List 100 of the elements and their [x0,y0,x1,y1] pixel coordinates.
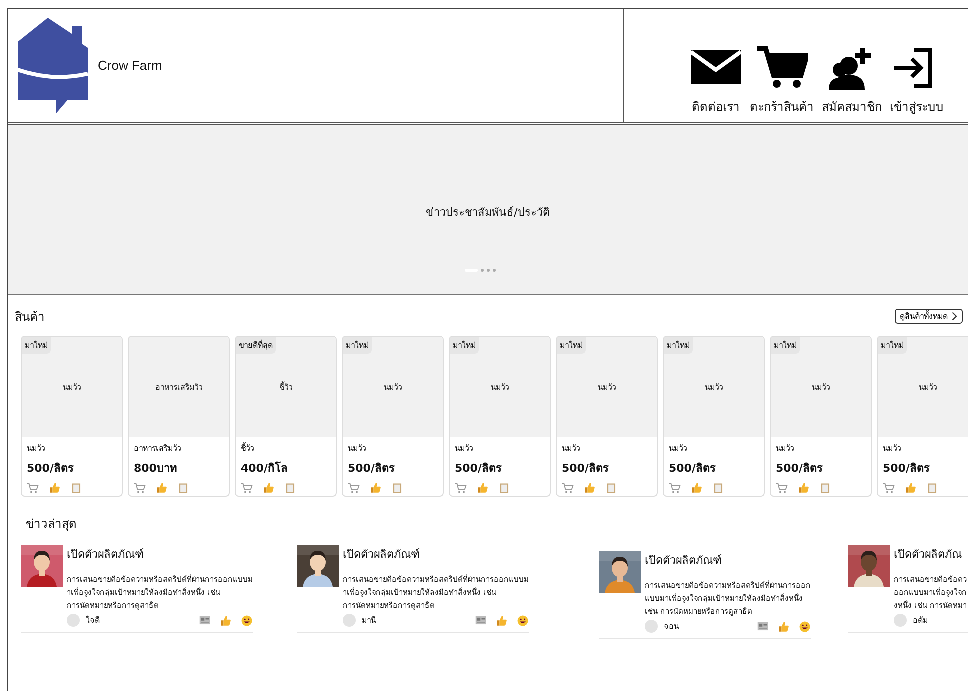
thumbs-up-icon[interactable] [496,614,508,626]
notepad-icon[interactable] [285,482,296,494]
author-name: จอน [664,621,680,633]
slide-indicator[interactable] [481,269,484,272]
product-card[interactable]: มาใหม่ นมวัว นมวัว 500/ลิตร [556,336,658,497]
product-name: นมวัว [883,443,902,455]
author-name: อดัม [913,615,929,627]
thumbs-up-icon[interactable] [156,482,168,494]
product-card[interactable]: ขายดีที่สุด ชี้วัว ชี้วัว 400/กิโล [235,336,337,497]
house-logo-icon [18,18,88,114]
notepad-icon[interactable] [713,482,724,494]
section-title: สินค้า [15,309,45,326]
image-label: นมวัว [63,382,81,394]
product-price: 800บาท [134,461,178,477]
product-name: ชี้วัว [241,442,255,455]
image-label: นมวัว [384,382,402,394]
newspaper-icon[interactable] [757,621,769,632]
notepad-icon[interactable] [499,482,510,494]
thumbs-up-icon[interactable] [370,482,382,494]
product-tag: ขายดีที่สุด [236,337,276,354]
brand-name: Crow Farm [98,58,162,73]
product-tag: มาใหม่ [22,337,51,354]
section-title: ข่าวล่าสุด [26,516,78,533]
author-name: ใจดี [86,614,101,627]
product-card[interactable]: มาใหม่ นมวัว นมวัว 500/ลิตร [770,336,872,497]
nav-link[interactable]: เข้าสู่ระบบ [890,46,944,116]
thumbs-up-icon[interactable] [49,482,61,494]
thumbs-up-icon[interactable] [263,482,275,494]
image-label: อาหารเสริมวัว [156,382,202,394]
product-name: นมวัว [27,443,46,455]
smiley-icon[interactable] [241,614,253,626]
product-tag: มาใหม่ [557,337,586,354]
view-all-button[interactable]: ดูสินค้าทั้งหมด [895,309,963,324]
news-title[interactable]: เปิดตัวผลิตภัณฑ์ [645,551,811,569]
thumbs-up-icon[interactable] [220,614,232,626]
product-price: 500/ลิตร [27,461,75,477]
image-label: ชี้วัว [280,380,292,394]
product-tag: มาใหม่ [878,337,907,354]
image-label: นมวัว [598,382,616,394]
cart-icon[interactable] [883,482,895,494]
product-price: 500/ลิตร [669,461,717,477]
avatar [343,614,356,627]
product-card[interactable]: มาใหม่ นมวัว นมวัว 500/ลิตร [342,336,444,497]
nav-link[interactable]: ตะกร้าสินค้า [750,46,814,116]
slide-indicator[interactable] [493,269,496,272]
cart-icon[interactable] [776,482,788,494]
product-price: 500/ลิตร [883,461,931,477]
thumbs-up-icon[interactable] [584,482,596,494]
news-title[interactable]: เปิดตัวผลิตภัณฑ์ [343,545,529,563]
cart-icon[interactable] [27,482,39,494]
news-title[interactable]: เปิดตัวผลิตภัณฑ์ [67,545,253,563]
product-name: นมวัว [348,443,367,455]
avatar [894,614,907,627]
product-name: นมวัว [669,443,688,455]
cart-icon[interactable] [455,482,467,494]
news-title[interactable]: เปิดตัวผลิตภัณ [894,545,967,563]
image-label: นมวัว [491,382,509,394]
product-tag: มาใหม่ [664,337,693,354]
notepad-icon[interactable] [392,482,403,494]
cart-icon[interactable] [562,482,574,494]
thumbs-up-icon[interactable] [905,482,917,494]
product-card[interactable]: มาใหม่ นมวัว นมวัว 500/ลิตร [877,336,968,497]
thumbs-up-icon[interactable] [691,482,703,494]
image-label: นมวัว [812,382,830,394]
chevron-right-icon [952,312,958,321]
nav-link[interactable]: ติดต่อเรา [690,46,742,116]
product-card[interactable]: อาหารเสริมวัว อาหารเสริมวัว 800บาท [128,336,230,497]
cart-icon[interactable] [134,482,146,494]
cart-icon[interactable] [241,482,253,494]
newspaper-icon[interactable] [475,615,487,626]
thumbs-up-icon[interactable] [778,620,790,632]
product-price: 500/ลิตร [348,461,396,477]
product-name: อาหารเสริมวัว [134,443,182,455]
product-card[interactable]: มาใหม่ นมวัว นมวัว 500/ลิตร [21,336,123,497]
product-price: 500/ลิตร [455,461,503,477]
cart-icon[interactable] [348,482,360,494]
notepad-icon[interactable] [71,482,82,494]
product-card[interactable]: มาใหม่ นมวัว นมวัว 500/ลิตร [449,336,551,497]
product-name: นมวัว [455,443,474,455]
product-tag: มาใหม่ [771,337,800,354]
cart-icon[interactable] [669,482,681,494]
product-card[interactable]: มาใหม่ นมวัว นมวัว 500/ลิตร [663,336,765,497]
slide-indicator[interactable] [487,269,490,272]
product-price: 500/ลิตร [776,461,824,477]
product-tag: มาใหม่ [343,337,372,354]
notepad-icon[interactable] [927,482,938,494]
notepad-icon[interactable] [820,482,831,494]
thumbs-up-icon[interactable] [477,482,489,494]
smiley-icon[interactable] [517,614,529,626]
notepad-icon[interactable] [606,482,617,494]
product-tag: มาใหม่ [450,337,479,354]
smiley-icon[interactable] [799,620,811,632]
product-price: 500/ลิตร [562,461,610,477]
product-price: 400/กิโล [241,460,289,477]
image-label: นมวัว [919,382,937,394]
avatar [67,614,80,627]
nav-link[interactable]: สมัคสมาชิก [822,46,882,116]
newspaper-icon[interactable] [199,615,211,626]
thumbs-up-icon[interactable] [798,482,810,494]
notepad-icon[interactable] [178,482,189,494]
